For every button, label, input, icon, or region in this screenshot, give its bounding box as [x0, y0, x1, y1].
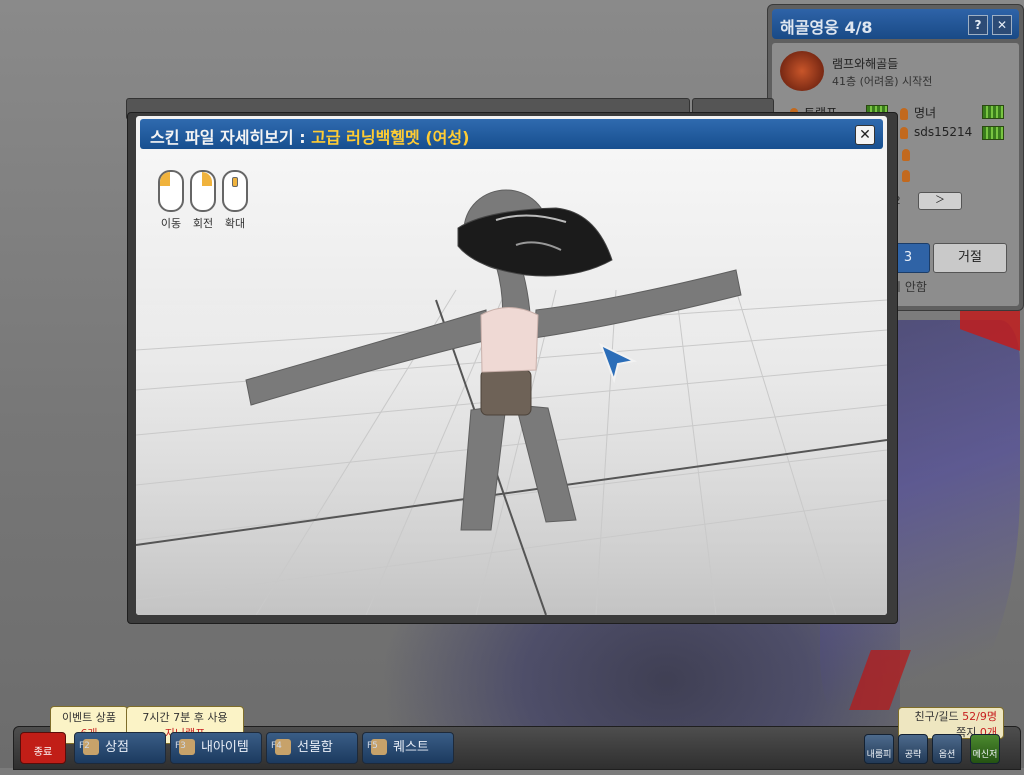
friends-count: 52/9명 — [962, 710, 997, 723]
party-member-name: sds15214 — [914, 125, 973, 139]
person-icon — [900, 107, 908, 120]
gift-box-hotkey: F4 — [271, 741, 282, 751]
party-member-name: 명녀 — [914, 106, 937, 120]
quit-label: 종료 — [33, 747, 53, 758]
empty-slot[interactable] — [902, 147, 916, 165]
mouse-wheel-icon — [222, 170, 248, 212]
party-panel-header: 해골영웅 4/8 ? ✕ — [772, 9, 1019, 39]
team-name: 램프와해골들 — [832, 57, 899, 71]
guide-button[interactable]: 공략 — [898, 734, 928, 764]
dialog-title-prefix: 스킨 파일 자세히보기 : — [150, 128, 312, 147]
mouse-left-button-icon — [158, 170, 184, 212]
party-close-button[interactable]: ✕ — [992, 15, 1012, 35]
shop-hotkey: F2 — [79, 741, 90, 751]
my-room-button[interactable]: 내룸피 — [864, 734, 894, 764]
next-page-button[interactable]: ＞ — [918, 192, 962, 210]
mouse-right-button-icon — [190, 170, 216, 212]
party-title: 해골영웅 4/8 — [780, 18, 873, 37]
party-member-row[interactable]: 명녀 — [900, 104, 936, 122]
lamp-timer: 7시간 7분 후 사용 — [142, 711, 228, 724]
dialog-item-name: 고급 러닝백헬멧 (여성) — [311, 128, 470, 147]
quest-hotkey: F5 — [367, 741, 378, 751]
dialog-title-bar: 스킨 파일 자세히보기 : 고급 러닝백헬멧 (여성) ✕ — [140, 119, 883, 149]
rotate-label: 회전 — [192, 217, 214, 230]
shop-button[interactable]: 상점 F2 — [74, 732, 166, 764]
options-button[interactable]: 옵션 — [932, 734, 962, 764]
signal-bar-icon — [982, 125, 1004, 140]
floor-grid — [136, 189, 887, 615]
team-avatar — [780, 51, 824, 91]
quest-label: 퀘스트 — [393, 740, 429, 755]
dialog-close-button[interactable]: ✕ — [855, 125, 875, 145]
my-items-label: 내아이템 — [201, 740, 249, 755]
shop-label: 상점 — [105, 740, 129, 755]
person-icon — [902, 148, 910, 161]
helmet-visor — [457, 207, 613, 277]
signal-bar-icon — [982, 104, 1004, 119]
party-member-bar — [982, 125, 1004, 143]
move-control-hint: 이동 — [158, 170, 184, 231]
3d-preview-viewport[interactable]: 이동 회전 확대 — [136, 150, 887, 615]
skin-preview-dialog: 스킨 파일 자세히보기 : 고급 러닝백헬멧 (여성) ✕ 이동 회전 확대 — [136, 116, 887, 615]
my-items-hotkey: F3 — [175, 741, 186, 751]
messenger-button[interactable]: 메신저 — [970, 734, 1000, 764]
person-icon — [900, 126, 908, 139]
move-label: 이동 — [160, 217, 182, 230]
event-items-label: 이벤트 상품 — [61, 711, 117, 724]
help-button[interactable]: ? — [968, 15, 988, 35]
rotate-control-hint: 회전 — [190, 170, 216, 231]
quit-button[interactable]: 종료 — [20, 732, 66, 764]
zoom-label: 확대 — [224, 217, 246, 230]
empty-slot[interactable] — [902, 168, 916, 186]
gift-box-button[interactable]: 선물함 F4 — [266, 732, 358, 764]
gift-box-label: 선물함 — [297, 740, 333, 755]
party-member-bar — [982, 104, 1004, 122]
zoom-control-hint: 확대 — [222, 170, 248, 231]
friends-label: 친구/길드 — [914, 710, 959, 723]
my-items-button[interactable]: 내아이템 F3 — [170, 732, 262, 764]
team-status: 41층 (어려움) 시작전 — [832, 75, 933, 88]
quest-button[interactable]: 퀘스트 F5 — [362, 732, 454, 764]
reject-button[interactable]: 거절 — [933, 243, 1007, 273]
person-icon — [902, 169, 910, 182]
party-member-row[interactable]: sds15214 — [900, 125, 972, 143]
dialog-title: 스킨 파일 자세히보기 : 고급 러닝백헬멧 (여성) — [150, 124, 469, 148]
